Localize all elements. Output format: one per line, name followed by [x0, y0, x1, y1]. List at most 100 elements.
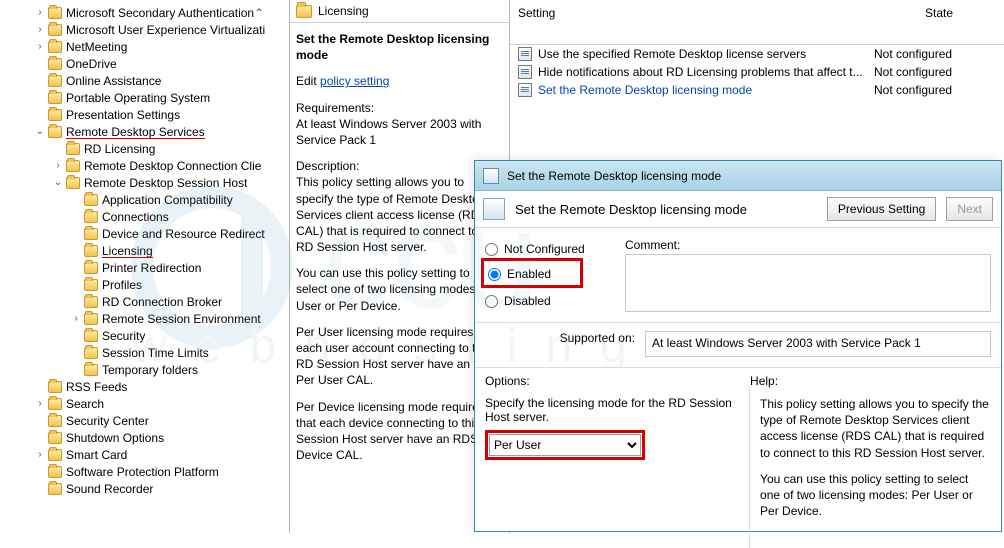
next-setting-button[interactable]: Next	[946, 197, 993, 221]
description-heading: Description:	[296, 159, 359, 173]
tree-item-label: Application Compatibility	[102, 193, 233, 207]
tree-item[interactable]: RD Licensing	[0, 140, 289, 157]
tree-item[interactable]: Device and Resource Redirect	[0, 225, 289, 242]
folder-icon	[48, 466, 62, 478]
licensing-mode-label: Specify the licensing mode for the RD Se…	[485, 396, 739, 424]
tree-item[interactable]: ›Microsoft Secondary Authentication ⌃	[0, 4, 289, 21]
tree-item-label: RSS Feeds	[66, 380, 127, 394]
setting-label: Use the specified Remote Desktop license…	[538, 47, 874, 61]
tree-item[interactable]: Licensing	[0, 242, 289, 259]
tree-item[interactable]: Connections	[0, 208, 289, 225]
tree-item[interactable]: Printer Redirection	[0, 259, 289, 276]
folder-icon	[84, 313, 98, 325]
chevron-right-icon[interactable]: ›	[70, 313, 82, 324]
tree-item[interactable]: Software Protection Platform	[0, 463, 289, 480]
tree-item-label: Device and Resource Redirect	[102, 227, 265, 241]
folder-icon	[84, 194, 98, 206]
folder-icon	[48, 24, 62, 36]
folder-icon	[84, 262, 98, 274]
requirements-text: At least Windows Server 2003 with Servic…	[296, 117, 481, 147]
previous-setting-button[interactable]: Previous Setting	[827, 197, 936, 221]
setting-row[interactable]: Use the specified Remote Desktop license…	[510, 45, 1004, 63]
tree-item-label: Smart Card	[66, 448, 127, 462]
setting-row[interactable]: Hide notifications about RD Licensing pr…	[510, 63, 1004, 81]
tree-item[interactable]: Temporary folders	[0, 361, 289, 378]
tree-item[interactable]: OneDrive	[0, 55, 289, 72]
supported-on-value: At least Windows Server 2003 with Servic…	[645, 331, 991, 357]
tree-item[interactable]: Session Time Limits	[0, 344, 289, 361]
folder-icon	[48, 398, 62, 410]
tree-item-label: Connections	[102, 210, 169, 224]
folder-icon	[48, 381, 62, 393]
chevron-right-icon[interactable]: ›	[34, 24, 46, 35]
folder-icon	[84, 245, 98, 257]
tree-item-label: Security	[102, 329, 145, 343]
setting-row[interactable]: Set the Remote Desktop licensing modeNot…	[510, 81, 1004, 99]
tree-item-label: Shutdown Options	[66, 431, 164, 445]
tree-item[interactable]: Application Compatibility	[0, 191, 289, 208]
tree-item[interactable]: Profiles	[0, 276, 289, 293]
tree-item[interactable]: Shutdown Options	[0, 429, 289, 446]
edit-policy-link[interactable]: policy setting	[320, 74, 389, 88]
comment-label: Comment:	[625, 238, 991, 252]
tree-item[interactable]: › Smart Card	[0, 446, 289, 463]
radio-enabled-label: Enabled	[507, 267, 551, 281]
folder-icon	[84, 364, 98, 376]
tree-item-label: Temporary folders	[102, 363, 198, 377]
tree-item[interactable]: Presentation Settings	[0, 106, 289, 123]
chevron-down-icon[interactable]: ⌄	[52, 177, 64, 188]
folder-icon	[84, 296, 98, 308]
policy-tree[interactable]: ›Microsoft Secondary Authentication ⌃›Mi…	[0, 0, 290, 533]
chevron-right-icon[interactable]: ›	[34, 7, 46, 18]
chevron-right-icon[interactable]: ›	[34, 398, 46, 409]
folder-icon	[48, 449, 62, 461]
radio-disabled[interactable]	[485, 295, 498, 308]
tree-item-label: OneDrive	[66, 57, 117, 71]
chevron-right-icon[interactable]: ›	[52, 160, 64, 171]
tree-item[interactable]: › Microsoft User Experience Virtualizati	[0, 21, 289, 38]
col-state[interactable]: State	[874, 0, 1004, 44]
tree-item-label: Presentation Settings	[66, 108, 180, 122]
tree-item[interactable]: ›Remote Session Environment	[0, 310, 289, 327]
radio-not-configured[interactable]	[485, 243, 498, 256]
tree-item[interactable]: Security	[0, 327, 289, 344]
tree-item[interactable]: Online Assistance	[0, 72, 289, 89]
tree-item[interactable]: ›NetMeeting	[0, 38, 289, 55]
radio-enabled[interactable]	[488, 268, 501, 281]
folder-icon	[48, 483, 62, 495]
tree-item-label: Microsoft User Experience Virtualizati	[66, 23, 265, 37]
folder-icon	[48, 41, 62, 53]
tree-item[interactable]: ⌄Remote Desktop Services	[0, 123, 289, 140]
folder-icon	[84, 330, 98, 342]
tree-item[interactable]: ⌄Remote Desktop Session Host	[0, 174, 289, 191]
policy-item-icon	[518, 65, 532, 79]
tree-item[interactable]: Portable Operating System	[0, 89, 289, 106]
comment-textarea[interactable]	[625, 254, 991, 312]
options-heading: Options:	[485, 374, 750, 388]
folder-icon	[296, 5, 312, 18]
description-3: Per User licensing mode requires that ea…	[296, 324, 503, 389]
radio-not-configured-label: Not Configured	[504, 242, 585, 256]
tree-item[interactable]: › Search	[0, 395, 289, 412]
radio-disabled-label: Disabled	[504, 294, 551, 308]
description-1: This policy setting allows you to specif…	[296, 175, 500, 254]
tree-item[interactable]: RD Connection Broker	[0, 293, 289, 310]
dialog-window-title: Set the Remote Desktop licensing mode	[507, 169, 721, 183]
folder-icon	[66, 143, 80, 155]
tree-item[interactable]: RSS Feeds	[0, 378, 289, 395]
chevron-down-icon[interactable]: ⌄	[34, 126, 46, 137]
tree-item-label: Online Assistance	[66, 74, 161, 88]
tree-item[interactable]: Security Center	[0, 412, 289, 429]
licensing-mode-select[interactable]: Per User	[489, 434, 641, 456]
description-2: You can use this policy setting to selec…	[296, 265, 503, 314]
help-text-2: You can use this policy setting to selec…	[760, 471, 991, 520]
tree-item[interactable]: Sound Recorder	[0, 480, 289, 497]
col-setting[interactable]: Setting	[510, 0, 874, 44]
dialog-titlebar[interactable]: Set the Remote Desktop licensing mode	[475, 161, 1001, 191]
tree-item[interactable]: ›Remote Desktop Connection Clie	[0, 157, 289, 174]
setting-label: Hide notifications about RD Licensing pr…	[538, 65, 874, 79]
tree-item-label: Search	[66, 397, 104, 411]
chevron-right-icon[interactable]: ›	[34, 449, 46, 460]
folder-icon	[84, 279, 98, 291]
chevron-right-icon[interactable]: ›	[34, 41, 46, 52]
